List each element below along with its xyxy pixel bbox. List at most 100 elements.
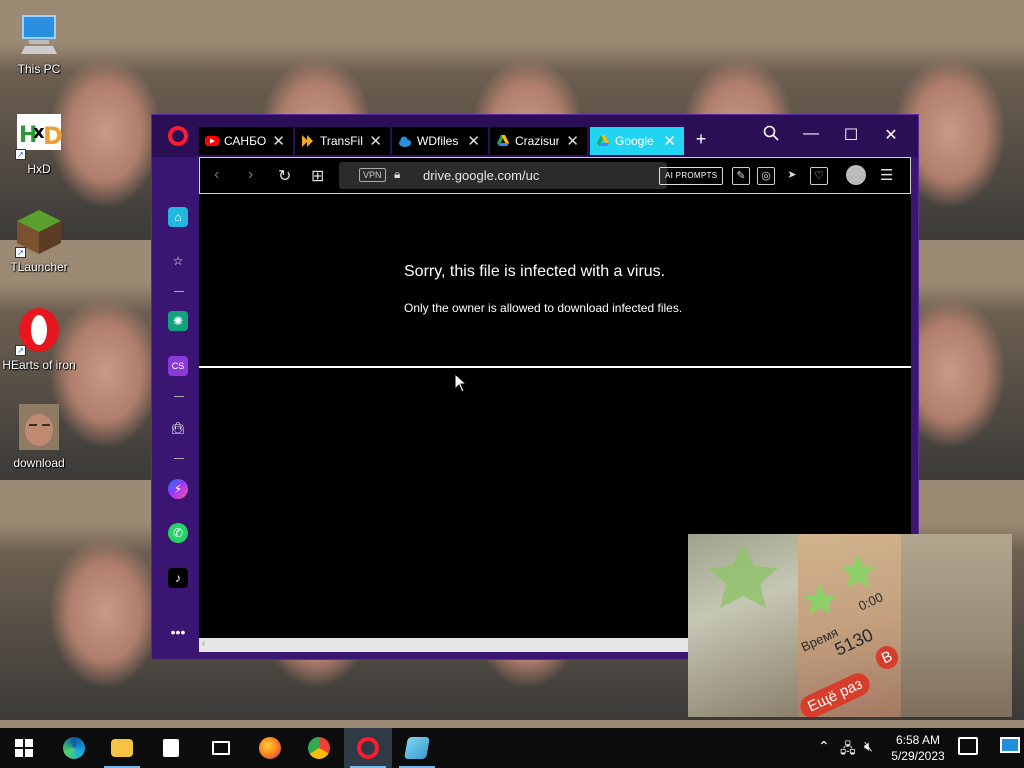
sidebar-divider (174, 291, 184, 292)
opera-menu-icon[interactable] (168, 126, 188, 146)
lock-icon[interactable]: 🔒︎ (394, 167, 400, 182)
shortcut-arrow-icon: ↗ (15, 149, 26, 160)
close-tab-icon[interactable]: ✕ (467, 132, 480, 150)
desktop-icon-label: This PC (17, 62, 61, 76)
tab-title: TransFil (320, 134, 363, 148)
desktop-icon-label: download (13, 456, 65, 470)
chatgpt-icon[interactable]: ✺ (168, 311, 188, 331)
profile-avatar-icon[interactable] (846, 165, 866, 185)
tab-title: Crazisur (515, 134, 559, 148)
desktop-icon-label: HxD (27, 162, 51, 176)
vpn-badge[interactable]: VPN (359, 168, 386, 182)
taskbar-opera[interactable] (344, 728, 392, 768)
back-button[interactable]: ‹ (214, 166, 219, 184)
start-button[interactable] (0, 728, 48, 768)
show-hidden-icons-icon[interactable]: ⌃ (818, 738, 830, 755)
cloud-icon (399, 136, 411, 147)
desktop-icon-this-pc[interactable]: This PC (2, 10, 76, 100)
tab-overview-icon[interactable]: ⊞ (311, 166, 324, 186)
notification-center-icon[interactable] (958, 737, 978, 755)
shortcut-arrow-icon: ↗ (15, 345, 26, 356)
desktop-icon-hxd[interactable]: HxD ↗ HxD (2, 110, 76, 200)
clock-date: 5/29/2023 (891, 749, 945, 763)
easy-setup-icon[interactable]: ☰ (880, 166, 893, 184)
taskbar-notepad[interactable] (393, 728, 441, 768)
volume-muted-icon[interactable]: 🔇︎ (864, 738, 873, 755)
hxd-icon: HxD ↗ (15, 110, 63, 160)
clock-time: 6:58 AM (895, 733, 941, 747)
tab-strip: САНБО ✕ TransFil ✕ WDfiles ✕ Crazisur ✕ … (152, 115, 918, 157)
more-icon[interactable]: ••• (168, 622, 188, 642)
url-bar[interactable]: VPN 🔒︎ drive.google.com/uc (339, 162, 667, 189)
heart-icon[interactable]: ♡ (810, 167, 828, 185)
tab-wdfiles[interactable]: WDfiles ✕ (392, 127, 489, 155)
divider (199, 366, 911, 368)
cs-icon[interactable]: CS (168, 356, 188, 376)
taskbar-firefox[interactable] (246, 728, 294, 768)
send-icon[interactable]: ➤ (783, 167, 801, 185)
maximize-button[interactable]: ☐ (836, 125, 866, 145)
whatsapp-icon[interactable]: ✆ (168, 523, 188, 543)
edge-icon (63, 737, 85, 759)
close-tab-icon[interactable]: ✕ (369, 132, 382, 150)
video-overlay: Время 5130 0:00 Ещё раз В (688, 534, 1012, 717)
scroll-left-icon[interactable]: ‹ (202, 638, 205, 649)
video-panel (901, 534, 1012, 717)
taskbar-file-explorer[interactable] (98, 728, 146, 768)
network-icon[interactable]: 🖧︎ (840, 738, 856, 762)
messenger-icon[interactable]: ⚡︎ (168, 479, 188, 499)
desktop-icon-label: HEarts of iron (2, 358, 76, 372)
close-tab-icon[interactable]: ✕ (663, 132, 676, 150)
mail-icon (212, 741, 230, 755)
close-window-button[interactable]: ✕ (876, 125, 906, 145)
tab-google-drive-active[interactable]: Google ✕ (590, 127, 685, 155)
new-tab-button[interactable]: + (686, 129, 716, 150)
desktop-icon-tlauncher[interactable]: ↗ TLauncher (2, 208, 76, 298)
desktop-icon-download[interactable]: download (2, 404, 76, 494)
shopping-bag-icon[interactable]: 👜︎ (168, 418, 188, 438)
desktop-icon-hearts-of-iron[interactable]: ↗ HEarts of iron (2, 306, 76, 396)
overlay-retry-button: Ещё раз (796, 669, 874, 717)
photo-thumbnail-icon (15, 404, 63, 452)
calculator-icon (163, 739, 179, 757)
taskbar-mail[interactable] (197, 728, 245, 768)
tab-title: Google (615, 134, 654, 148)
camera-icon[interactable]: ◎ (757, 167, 775, 185)
tab-search-icon[interactable] (756, 125, 786, 146)
reload-button[interactable]: ↻ (278, 166, 291, 186)
sidebar-divider (174, 396, 184, 397)
star-icon (708, 544, 778, 608)
youtube-icon (205, 136, 219, 146)
bookmark-star-icon[interactable]: ☆ (168, 251, 188, 271)
windows-logo-icon (15, 739, 33, 757)
desktop-icon-label: TLauncher (10, 260, 68, 274)
ai-prompts-button[interactable]: AI PROMPTS (659, 167, 724, 185)
sidebar: ⌂ ☆ ✺ CS 👜︎ ⚡︎ ✆ ♪ ••• (152, 194, 199, 659)
url-text[interactable]: drive.google.com/uc (423, 168, 539, 183)
taskbar-calculator[interactable] (147, 728, 195, 768)
chrome-icon (308, 737, 330, 759)
error-title: Sorry, this file is infected with a viru… (404, 263, 666, 280)
overlay-red-button: В (872, 642, 902, 673)
system-clock[interactable]: 6:58 AM 5/29/2023 (886, 732, 950, 764)
tab-title: WDfiles (417, 134, 459, 148)
tiktok-icon[interactable]: ♪ (168, 568, 188, 588)
tab-youtube[interactable]: САНБО ✕ (199, 127, 294, 155)
opera-icon (357, 737, 379, 759)
address-toolbar: ‹ › ↻ ⊞ VPN 🔒︎ drive.google.com/uc AI PR… (199, 157, 911, 194)
home-icon[interactable]: ⌂ (168, 207, 188, 227)
minimize-button[interactable]: ― (796, 125, 826, 143)
taskbar-chrome[interactable] (295, 728, 343, 768)
edit-icon[interactable]: ✎ (732, 167, 750, 185)
taskbar-edge[interactable] (50, 728, 98, 768)
google-drive-icon (497, 135, 509, 146)
forward-button[interactable]: › (248, 166, 253, 184)
close-tab-icon[interactable]: ✕ (272, 132, 285, 150)
tab-crazisur[interactable]: Crazisur ✕ (490, 127, 588, 155)
show-desktop-icon[interactable] (1000, 737, 1020, 753)
minecraft-block-icon: ↗ (15, 208, 63, 258)
close-tab-icon[interactable]: ✕ (566, 132, 579, 150)
sidebar-divider (174, 458, 184, 459)
tab-transfile[interactable]: TransFil ✕ (295, 127, 391, 155)
overlay-number: 5130 (831, 624, 877, 660)
